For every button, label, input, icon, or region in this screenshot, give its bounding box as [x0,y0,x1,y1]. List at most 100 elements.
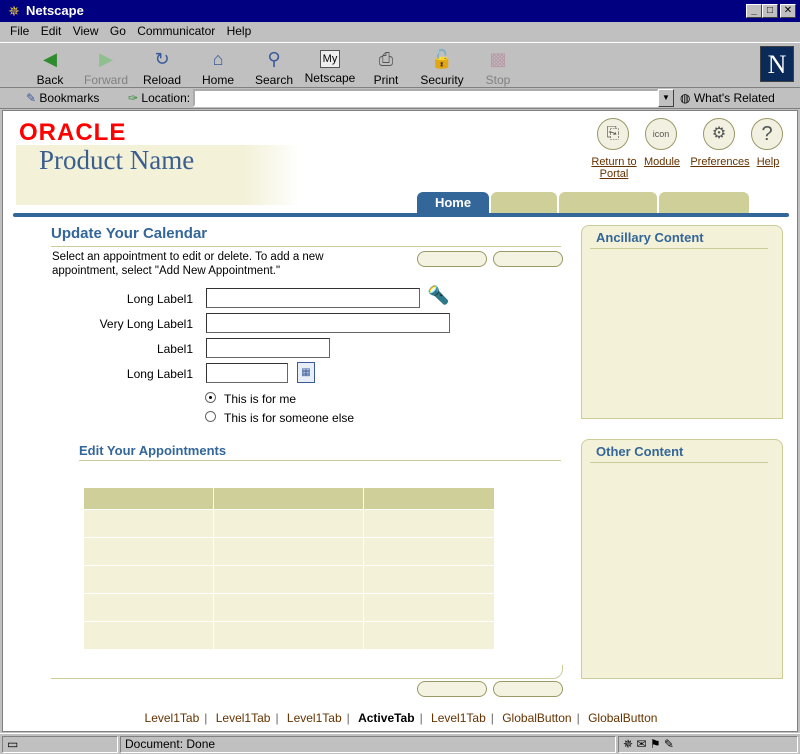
print-button[interactable]: ⎙ Print [358,45,414,87]
table-row[interactable] [83,593,495,622]
section-title: Edit Your Appointments [79,443,227,458]
field-label-1: Long Label1 [126,292,193,306]
security-label: Security [420,73,464,87]
search-label: Search [254,73,294,87]
netscape-button[interactable]: My Netscape [302,45,358,85]
window-title-bar[interactable]: ✵ Netscape _ □ ✕ [0,0,800,22]
instructions-line-2: appointment, select "Add New Appointment… [52,265,281,277]
footer-link-level1tab[interactable]: Level1Tab [145,711,200,725]
close-button[interactable]: ✕ [780,4,796,18]
stop-icon: ▩ [489,49,507,69]
footer-link-level1tab[interactable]: Level1Tab [431,711,486,725]
footer-link-globalbutton[interactable]: GlobalButton [588,711,657,725]
table-cell [363,537,495,566]
flashlight-search-icon[interactable]: 🔦 [427,285,449,306]
radio-for-someone-else-label: This is for someone else [224,411,355,425]
preferences-link[interactable]: Preferences [687,156,753,168]
footer-link-globalbutton[interactable]: GlobalButton [502,711,571,725]
composer-icon[interactable]: ✎ [664,737,674,751]
bottom-action-button-1[interactable] [417,681,487,697]
text-field-1[interactable] [206,288,420,308]
preferences-icon[interactable]: ⚙ [703,118,735,150]
home-icon: ⌂ [212,49,224,69]
tab-home[interactable]: Home [417,192,489,214]
security-status-pane[interactable]: ▭ [2,736,118,753]
text-field-3[interactable] [206,338,330,358]
back-button[interactable]: ◀ Back [22,45,78,87]
footer-separator: | [346,711,350,725]
return-to-portal-link[interactable]: Return to Portal [589,156,639,180]
stop-button[interactable]: ▩ Stop [470,45,526,87]
table-cell [213,537,364,566]
mail-icon[interactable]: ✉ [636,737,646,751]
footer-link-level1tab[interactable]: Level1Tab [216,711,271,725]
page-title: Update Your Calendar [51,225,208,242]
other-content-box: Other Content [581,439,783,679]
whats-related-button[interactable]: ◍ What's Related [680,91,775,105]
table-header-row [83,487,495,510]
minimize-button[interactable]: _ [746,4,762,18]
ancillary-content-box: Ancillary Content [581,225,783,419]
table-cell [83,537,214,566]
window-title: Netscape [26,3,84,18]
table-cell [83,509,214,538]
radio-for-me-label: This is for me [224,392,297,406]
location-input[interactable] [193,89,659,107]
home-button[interactable]: ⌂ Home [190,45,246,87]
table-row[interactable] [83,565,495,594]
table-cell [213,593,364,622]
security-button[interactable]: 🔓 Security [414,45,470,87]
search-icon: ⚲ [267,49,281,69]
tab-level1-b[interactable] [559,192,657,214]
section-divider [79,460,561,461]
search-button[interactable]: ⚲ Search [246,45,302,87]
footer-separator: | [490,711,494,725]
menu-communicator[interactable]: Communicator [133,24,219,38]
bookmarks-icon: ✎ [26,91,37,105]
maximize-button[interactable]: □ [762,4,778,18]
menu-edit[interactable]: Edit [37,24,66,38]
reload-icon: ↻ [154,49,170,69]
globe-icon: ◍ [680,91,691,105]
reload-button[interactable]: ↻ Reload [134,45,190,87]
menu-help[interactable]: Help [223,24,256,38]
footer-link-activetab[interactable]: ActiveTab [358,711,414,725]
module-link[interactable]: Module [641,156,683,168]
menu-file[interactable]: File [6,24,33,38]
footer-link-level1tab[interactable]: Level1Tab [287,711,342,725]
reload-label: Reload [142,73,182,87]
menu-go[interactable]: Go [106,24,130,38]
ancillary-divider [590,248,768,249]
location-dropdown-button[interactable]: ▼ [658,89,674,107]
radio-for-someone-else[interactable] [205,411,216,422]
top-action-button-2[interactable] [493,251,563,267]
table-row[interactable] [83,537,495,566]
top-action-button-1[interactable] [417,251,487,267]
location-bar: ✎ Bookmarks ✑ Location: ▼ ◍ What's Relat… [0,88,800,109]
print-icon: ⎙ [378,49,394,69]
tab-level1-c[interactable] [659,192,749,214]
calendar-icon[interactable]: ▦ [297,362,315,383]
portal-icon[interactable]: ⎘ [597,118,629,150]
bottom-action-button-2[interactable] [493,681,563,697]
menu-view[interactable]: View [69,24,103,38]
other-content-title: Other Content [596,444,684,459]
navigation-toolbar: ◀ Back ▶ Forward ↻ Reload ⌂ Home ⚲ Searc… [0,42,800,88]
forward-button[interactable]: ▶ Forward [78,45,134,87]
table-row[interactable] [83,509,495,538]
navigator-icon[interactable]: ✵ [623,737,633,751]
instructions-text: Select an appointment to edit or delete.… [52,250,324,278]
whats-related-label: What's Related [693,91,775,105]
field-label-4: Long Label1 [126,367,193,381]
help-link[interactable]: Help [753,156,783,168]
groups-icon[interactable]: ⚑ [650,737,661,751]
module-icon[interactable]: icon [645,118,677,150]
bookmarks-button[interactable]: ✎ Bookmarks [26,91,99,105]
tab-level1-a[interactable] [491,192,557,214]
help-icon[interactable]: ? [751,118,783,150]
footer-links: Level1Tab | Level1Tab | Level1Tab | ActiveT… [3,711,797,725]
radio-for-me[interactable] [205,392,216,403]
text-field-2[interactable] [206,313,450,333]
table-row[interactable] [83,621,495,650]
date-field[interactable] [206,363,288,383]
